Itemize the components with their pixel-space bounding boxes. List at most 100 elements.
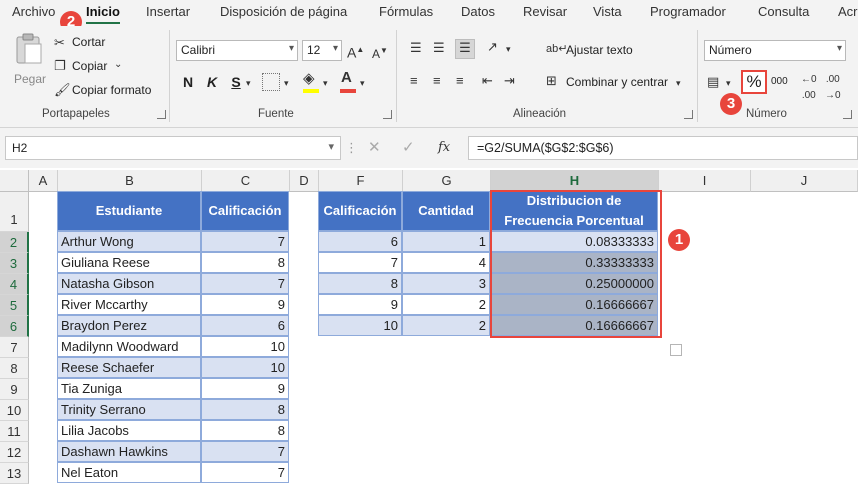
freq-count-cell[interactable]: 3: [402, 273, 490, 294]
row-header-2[interactable]: 2: [0, 232, 29, 253]
tab-revisar[interactable]: Revisar: [523, 4, 567, 19]
student-grade-cell[interactable]: 9: [201, 294, 289, 315]
freq-grade-cell[interactable]: 10: [318, 315, 402, 336]
student-name-cell[interactable]: Madilynn Woodward: [57, 336, 201, 357]
student-grade-cell[interactable]: 10: [201, 336, 289, 357]
function-icon[interactable]: fx: [438, 140, 450, 156]
cut-button[interactable]: Cortar: [72, 35, 105, 49]
align-right-icon[interactable]: ≡: [456, 73, 464, 89]
format-painter-button[interactable]: Copiar formato: [72, 83, 151, 97]
freq-grade-cell[interactable]: 6: [318, 231, 402, 252]
student-name-cell[interactable]: Braydon Perez: [57, 315, 201, 336]
bold-button[interactable]: N: [178, 72, 198, 92]
row-header-3[interactable]: 3: [0, 253, 29, 274]
name-box[interactable]: H2 ▾: [5, 136, 341, 160]
student-grade-cell[interactable]: 7: [201, 441, 289, 462]
row-header-7[interactable]: 7: [0, 337, 29, 358]
borders-icon[interactable]: [262, 73, 280, 91]
row-header-13[interactable]: 13: [0, 463, 29, 484]
student-name-cell[interactable]: Reese Schaefer: [57, 357, 201, 378]
decrease-decimal-icon[interactable]: .00 →0: [825, 72, 841, 104]
align-top-icon[interactable]: ☰: [410, 40, 422, 56]
merge-center-button[interactable]: Combinar y centrar: [566, 75, 668, 89]
student-grade-cell[interactable]: 8: [201, 420, 289, 441]
row-header-11[interactable]: 11: [0, 421, 29, 442]
increase-font-icon[interactable]: A▲: [347, 42, 364, 61]
student-name-cell[interactable]: Dashawn Hawkins: [57, 441, 201, 462]
align-middle-icon[interactable]: ☰: [433, 40, 445, 56]
freq-percent-cell[interactable]: 0.16666667: [490, 294, 658, 315]
student-name-cell[interactable]: River Mccarthy: [57, 294, 201, 315]
freq-count-cell[interactable]: 4: [402, 252, 490, 273]
alignment-launcher-icon[interactable]: [684, 110, 693, 119]
tab-archivo[interactable]: Archivo: [12, 4, 55, 19]
column-header-b[interactable]: B: [58, 170, 202, 192]
align-center-icon[interactable]: ≡: [433, 73, 441, 89]
column-header-f[interactable]: F: [319, 170, 403, 192]
cancel-icon[interactable]: ✕: [368, 140, 381, 156]
number-format-combo[interactable]: Número ▾: [704, 40, 846, 61]
align-bottom-icon[interactable]: ☰: [455, 39, 475, 59]
tab-disposicion[interactable]: Disposición de página: [220, 4, 347, 19]
row-header-10[interactable]: 10: [0, 400, 29, 421]
student-name-cell[interactable]: Tia Zuniga: [57, 378, 201, 399]
student-grade-cell[interactable]: 8: [201, 252, 289, 273]
freq-percent-cell[interactable]: 0.16666667: [490, 315, 658, 336]
row-header-4[interactable]: 4: [0, 274, 29, 295]
font-size-combo[interactable]: 12 ▾: [302, 40, 342, 61]
italic-button[interactable]: K: [202, 72, 222, 92]
orientation-icon[interactable]: ↗: [487, 39, 498, 55]
header-cantidad[interactable]: Cantidad: [402, 191, 490, 231]
student-grade-cell[interactable]: 8: [201, 399, 289, 420]
clipboard-launcher-icon[interactable]: [157, 110, 166, 119]
chevron-down-icon[interactable]: ▾: [360, 75, 365, 91]
chevron-down-icon[interactable]: ▾: [284, 75, 289, 91]
student-grade-cell[interactable]: 6: [201, 315, 289, 336]
freq-grade-cell[interactable]: 9: [318, 294, 402, 315]
comma-style-button[interactable]: 000: [771, 76, 788, 87]
select-all-corner[interactable]: [0, 170, 29, 192]
student-name-cell[interactable]: Lilia Jacobs: [57, 420, 201, 441]
freq-count-cell[interactable]: 2: [402, 294, 490, 315]
column-header-d[interactable]: D: [290, 170, 319, 192]
column-header-i[interactable]: I: [659, 170, 751, 192]
font-name-combo[interactable]: Calibri ▾: [176, 40, 298, 61]
freq-percent-cell[interactable]: 0.08333333: [490, 231, 658, 252]
student-name-cell[interactable]: Nel Eaton: [57, 462, 201, 483]
student-name-cell[interactable]: Natasha Gibson: [57, 273, 201, 294]
percent-style-button[interactable]: %: [741, 70, 767, 94]
row-header-5[interactable]: 5: [0, 295, 29, 316]
header-distribucion[interactable]: Distribucion de Frecuencia Porcentual: [490, 191, 658, 231]
font-launcher-icon[interactable]: [383, 110, 392, 119]
freq-count-cell[interactable]: 2: [402, 315, 490, 336]
paste-button[interactable]: Pegar: [10, 32, 48, 88]
tab-consulta[interactable]: Consulta: [758, 4, 809, 19]
tab-programador[interactable]: Programador: [650, 4, 726, 19]
student-grade-cell[interactable]: 7: [201, 273, 289, 294]
student-grade-cell[interactable]: 7: [201, 462, 289, 483]
row-header-12[interactable]: 12: [0, 442, 29, 463]
tab-datos[interactable]: Datos: [461, 4, 495, 19]
copy-button[interactable]: Copiar: [72, 59, 107, 73]
student-name-cell[interactable]: Giuliana Reese: [57, 252, 201, 273]
freq-percent-cell[interactable]: 0.33333333: [490, 252, 658, 273]
underline-button[interactable]: S: [226, 72, 246, 92]
column-header-h[interactable]: H: [491, 170, 659, 192]
fill-color-icon[interactable]: ◈: [303, 71, 315, 87]
tab-vista[interactable]: Vista: [593, 4, 622, 19]
freq-grade-cell[interactable]: 7: [318, 252, 402, 273]
number-launcher-icon[interactable]: [843, 110, 852, 119]
column-header-j[interactable]: J: [751, 170, 858, 192]
decrease-indent-icon[interactable]: ⇤: [482, 73, 493, 89]
header-estudiante[interactable]: Estudiante: [57, 191, 201, 231]
column-header-c[interactable]: C: [202, 170, 290, 192]
student-grade-cell[interactable]: 9: [201, 378, 289, 399]
student-grade-cell[interactable]: 10: [201, 357, 289, 378]
freq-percent-cell[interactable]: 0.25000000: [490, 273, 658, 294]
decrease-font-icon[interactable]: A▼: [372, 43, 388, 62]
row-header-9[interactable]: 9: [0, 379, 29, 400]
column-header-a[interactable]: A: [29, 170, 58, 192]
tab-inicio[interactable]: Inicio: [86, 4, 120, 24]
chevron-down-icon[interactable]: ▾: [726, 75, 731, 91]
tab-formulas[interactable]: Fórmulas: [379, 4, 433, 19]
